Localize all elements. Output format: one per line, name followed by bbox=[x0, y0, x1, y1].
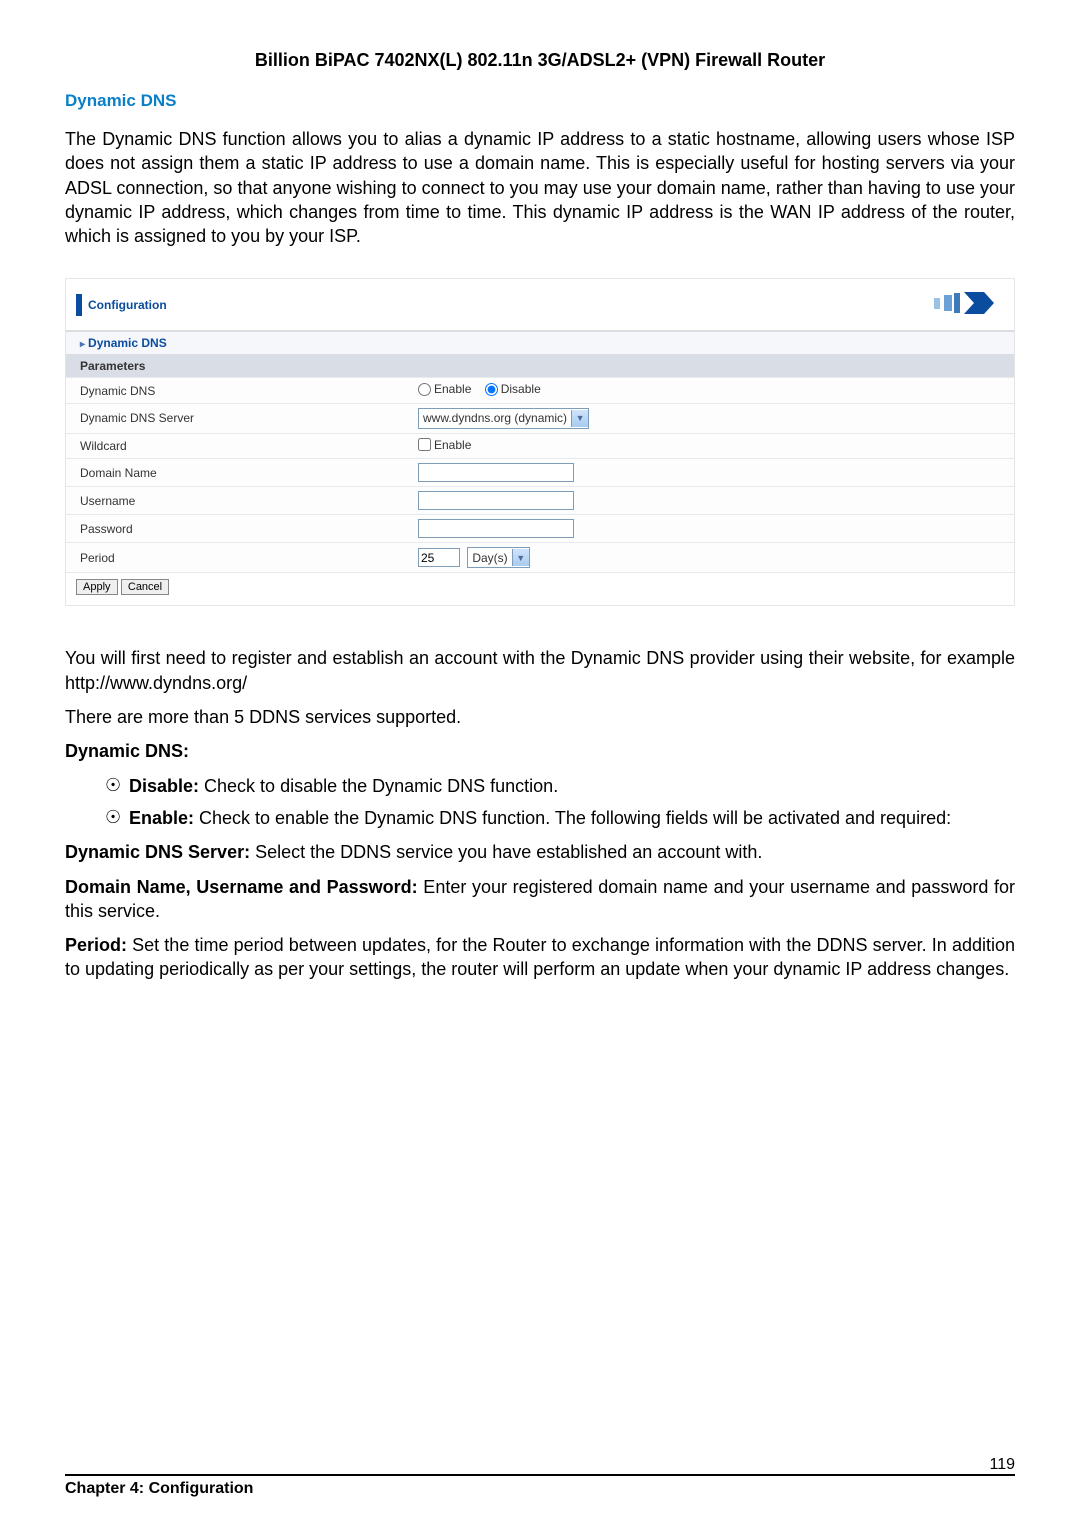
disable-rest: Check to disable the Dynamic DNS functio… bbox=[199, 776, 558, 796]
wildcard-checkbox-wrap[interactable]: Enable bbox=[418, 438, 471, 452]
section-heading: Dynamic DNS bbox=[65, 91, 1015, 111]
enable-radio-wrap[interactable]: Enable bbox=[418, 382, 471, 396]
domain-input[interactable] bbox=[418, 463, 574, 482]
row-label-username: Username bbox=[66, 487, 404, 515]
below-period: Period: Set the time period between upda… bbox=[65, 933, 1015, 982]
bullet-icon: ☉ bbox=[105, 806, 129, 829]
footer-chapter: Chapter 4: Configuration bbox=[65, 1480, 253, 1498]
bullet-disable: ☉ Disable: Check to disable the Dynamic … bbox=[105, 774, 1015, 798]
period-rest: Set the time period between updates, for… bbox=[65, 935, 1015, 979]
disable-radio[interactable] bbox=[485, 383, 498, 396]
apply-button[interactable]: Apply bbox=[76, 579, 118, 595]
configuration-label: Configuration bbox=[88, 298, 167, 312]
enable-rest: Check to enable the Dynamic DNS function… bbox=[194, 808, 951, 828]
row-label-dynamic-dns: Dynamic DNS bbox=[66, 378, 404, 404]
configuration-panel: Configuration Dynamic DNS Parameters Dyn… bbox=[65, 278, 1015, 606]
below-ddns-title: Dynamic DNS: bbox=[65, 739, 1015, 763]
server-select[interactable]: www.dyndns.org (dynamic) ▼ bbox=[418, 408, 589, 429]
bullet-icon: ☉ bbox=[105, 774, 129, 797]
row-label-wildcard: Wildcard bbox=[66, 433, 404, 459]
row-label-password: Password bbox=[66, 515, 404, 543]
enable-radio[interactable] bbox=[418, 383, 431, 396]
below-p2: There are more than 5 DDNS services supp… bbox=[65, 705, 1015, 729]
brand-logo-icon bbox=[904, 287, 1004, 322]
wildcard-checkbox[interactable] bbox=[418, 438, 431, 451]
server-select-value: www.dyndns.org (dynamic) bbox=[419, 411, 571, 425]
below-server: Dynamic DNS Server: Select the DDNS serv… bbox=[65, 840, 1015, 864]
period-input[interactable] bbox=[418, 548, 460, 567]
server-bold: Dynamic DNS Server: bbox=[65, 842, 250, 862]
row-label-server: Dynamic DNS Server bbox=[66, 403, 404, 433]
period-bold: Period: bbox=[65, 935, 127, 955]
enable-bold: Enable: bbox=[129, 808, 194, 828]
parameters-header: Parameters bbox=[66, 355, 1014, 377]
domain-bold: Domain Name, Username and Password: bbox=[65, 877, 418, 897]
chevron-down-icon[interactable]: ▼ bbox=[571, 410, 588, 427]
server-rest: Select the DDNS service you have establi… bbox=[250, 842, 762, 862]
disable-radio-wrap[interactable]: Disable bbox=[485, 382, 541, 396]
page-header-title: Billion BiPAC 7402NX(L) 802.11n 3G/ADSL2… bbox=[65, 50, 1015, 71]
wildcard-check-label: Enable bbox=[434, 438, 471, 452]
password-input[interactable] bbox=[418, 519, 574, 538]
enable-radio-label: Enable bbox=[434, 382, 471, 396]
below-p1: You will first need to register and esta… bbox=[65, 646, 1015, 695]
period-unit-select[interactable]: Day(s) ▼ bbox=[467, 547, 529, 568]
row-label-period: Period bbox=[66, 543, 404, 573]
form-table: Dynamic DNS Enable Disable Dynamic DNS S… bbox=[66, 377, 1014, 572]
panel-subheader-text: Dynamic DNS bbox=[88, 336, 167, 350]
bullet-enable: ☉ Enable: Check to enable the Dynamic DN… bbox=[105, 806, 1015, 830]
username-input[interactable] bbox=[418, 491, 574, 510]
cancel-button[interactable]: Cancel bbox=[121, 579, 169, 595]
page-number: 119 bbox=[989, 1456, 1015, 1474]
intro-paragraph: The Dynamic DNS function allows you to a… bbox=[65, 127, 1015, 248]
panel-subheader: Dynamic DNS bbox=[66, 331, 1014, 355]
row-label-domain: Domain Name bbox=[66, 459, 404, 487]
chevron-down-icon[interactable]: ▼ bbox=[512, 549, 529, 566]
period-unit-value: Day(s) bbox=[468, 551, 511, 565]
below-domain: Domain Name, Username and Password: Ente… bbox=[65, 875, 1015, 924]
disable-radio-label: Disable bbox=[501, 382, 541, 396]
disable-bold: Disable: bbox=[129, 776, 199, 796]
config-marker-icon bbox=[76, 294, 82, 316]
